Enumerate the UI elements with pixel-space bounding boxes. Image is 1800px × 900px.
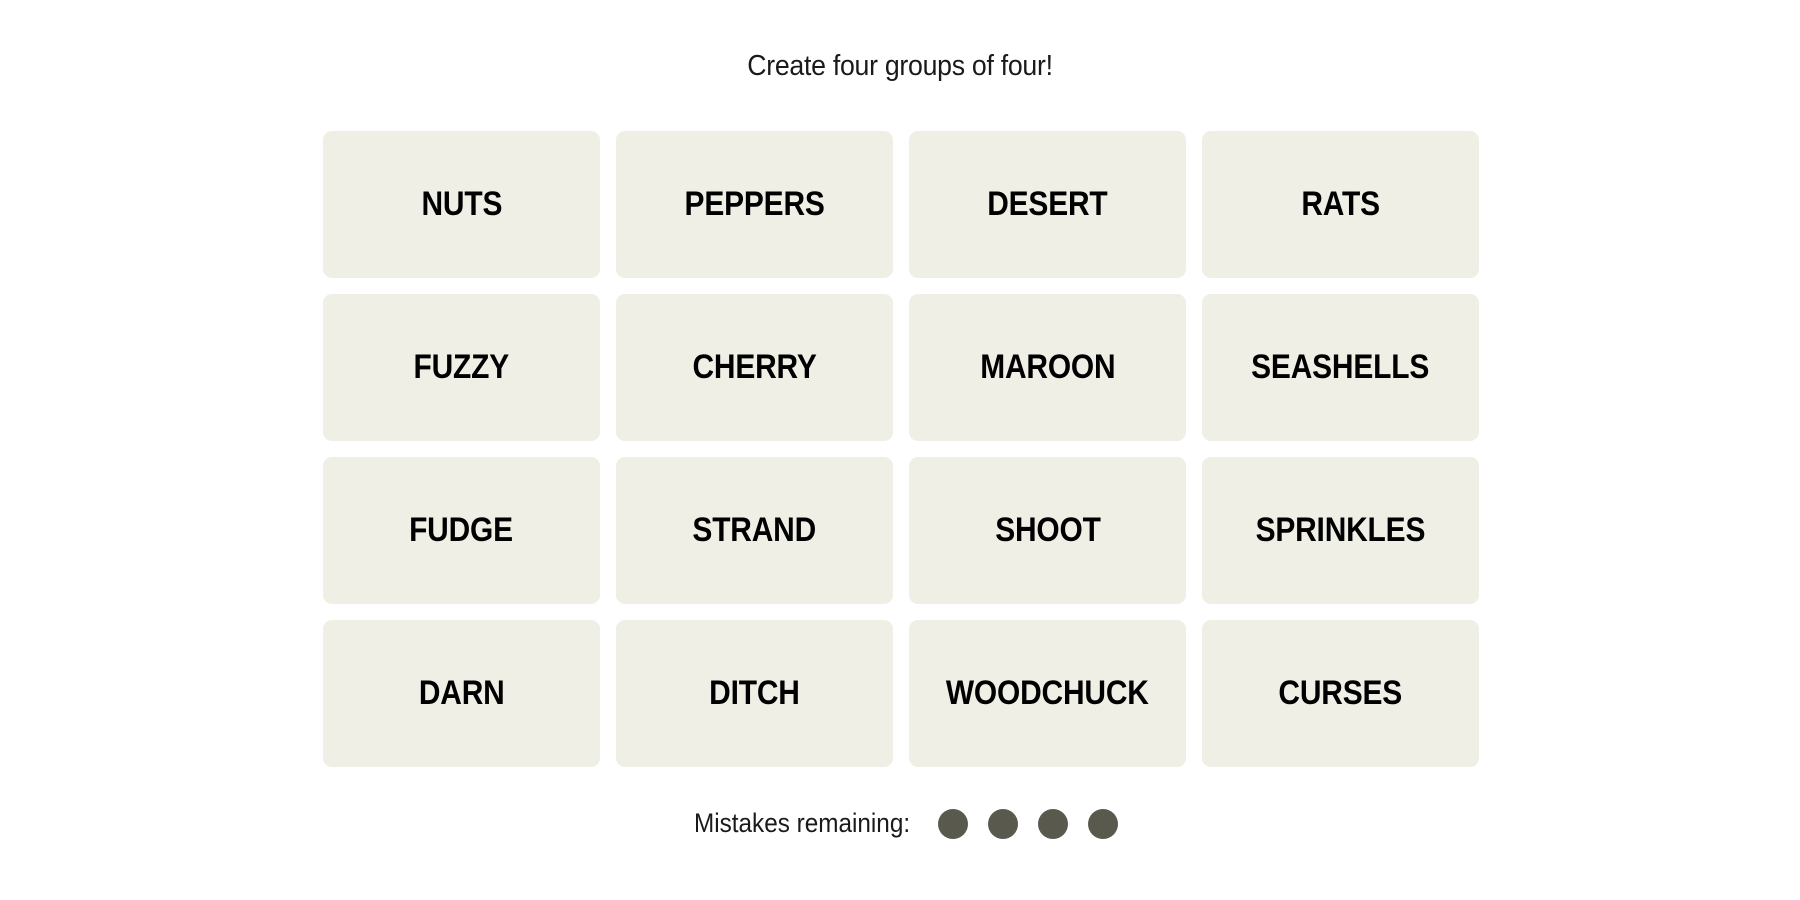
word-tile[interactable]: CHERRY — [616, 294, 893, 441]
mistakes-label: Mistakes remaining: — [693, 808, 911, 838]
word-tile[interactable]: WOODCHUCK — [909, 620, 1186, 767]
tile-label: RATS — [1301, 185, 1380, 223]
word-tile[interactable]: DARN — [323, 620, 600, 767]
tile-label: CURSES — [1278, 674, 1403, 712]
tile-label: CHERRY — [692, 348, 817, 386]
word-tile[interactable]: MAROON — [909, 294, 1186, 441]
word-tile[interactable]: PEPPERS — [616, 131, 893, 278]
mistakes-indicator: Mistakes remaining: — [0, 808, 1800, 839]
word-tile[interactable]: FUZZY — [323, 294, 600, 441]
word-tile[interactable]: STRAND — [616, 457, 893, 604]
tile-label: SHOOT — [994, 511, 1101, 549]
tile-label: NUTS — [421, 185, 502, 223]
tile-label: FUZZY — [413, 348, 510, 386]
instructions-text: Create four groups of four! — [747, 50, 1053, 82]
word-tile[interactable]: SPRINKLES — [1202, 457, 1479, 604]
mistake-dot-icon — [938, 808, 969, 839]
tile-label: DESERT — [987, 185, 1108, 223]
tile-label: MAROON — [979, 348, 1116, 386]
mistake-dots — [938, 808, 1119, 839]
word-tile[interactable]: SHOOT — [909, 457, 1186, 604]
mistake-dot-icon — [988, 808, 1019, 839]
tile-label: SEASHELLS — [1251, 348, 1430, 386]
tile-label: DARN — [418, 674, 505, 712]
mistake-dot-icon — [1038, 808, 1069, 839]
word-tile[interactable]: DITCH — [616, 620, 893, 767]
tile-label: PEPPERS — [684, 185, 825, 223]
word-tile[interactable]: DESERT — [909, 131, 1186, 278]
tile-label: FUDGE — [409, 511, 514, 549]
word-tile[interactable]: CURSES — [1202, 620, 1479, 767]
mistake-dot-icon — [1088, 808, 1119, 839]
word-grid: NUTS PEPPERS DESERT RATS FUZZY CHERRY MA… — [323, 131, 1480, 767]
word-tile[interactable]: SEASHELLS — [1202, 294, 1479, 441]
tile-label: DITCH — [709, 674, 800, 712]
tile-label: STRAND — [692, 511, 817, 549]
word-tile[interactable]: RATS — [1202, 131, 1479, 278]
tile-label: WOODCHUCK — [946, 674, 1149, 712]
tile-label: SPRINKLES — [1255, 511, 1426, 549]
word-tile[interactable]: FUDGE — [323, 457, 600, 604]
word-tile[interactable]: NUTS — [323, 131, 600, 278]
